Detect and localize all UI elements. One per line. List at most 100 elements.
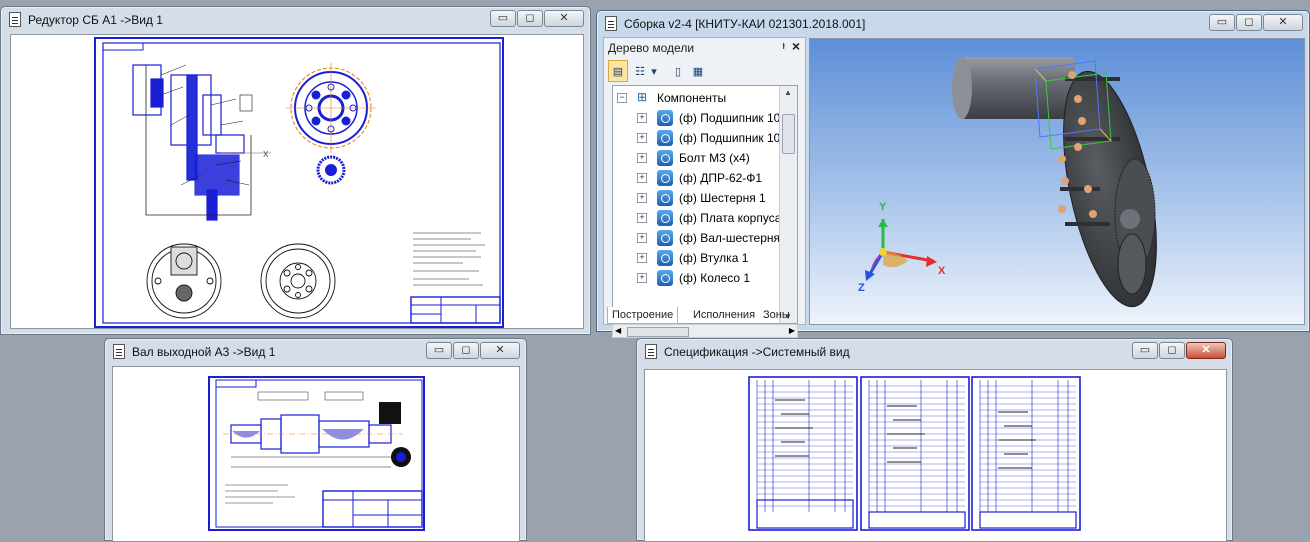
expand-icon[interactable]: + — [637, 253, 647, 263]
window-title: Вал выходной А3 ->Вид 1 — [132, 345, 276, 359]
minimize-button[interactable]: ▭ — [426, 342, 452, 359]
expand-icon[interactable]: + — [637, 133, 647, 143]
tree-item-label: (ф) Подшипник 10 — [679, 111, 781, 125]
tree-scrollbar[interactable]: ▲ ▼ — [779, 86, 797, 323]
component-icon — [657, 270, 673, 286]
hscroll-thumb[interactable] — [627, 327, 689, 337]
tree-item-label: (ф) Плата корпуса — [679, 211, 782, 225]
tree-item[interactable]: + (ф) ДПР-62-Ф1 — [613, 168, 783, 188]
component-icon — [657, 130, 673, 146]
tree-structure-icon[interactable]: ▤ — [608, 60, 628, 82]
tree-item-label: Болт М3 (х4) — [679, 151, 750, 165]
component-icon — [657, 190, 673, 206]
close-button[interactable]: ✕ — [544, 10, 584, 27]
tree-item[interactable]: + (ф) Колесо 1 — [613, 268, 783, 288]
close-button[interactable]: ✕ — [1263, 14, 1303, 31]
expand-icon[interactable]: + — [637, 273, 647, 283]
drawing-window-reducer[interactable]: Редуктор СБ А1 ->Вид 1 ▭ ◻ ✕ X — [0, 6, 591, 335]
minimize-button[interactable]: ▭ — [1132, 342, 1158, 359]
specification-window[interactable]: Спецификация ->Системный вид ▭ ◻ ✕ — [636, 338, 1233, 542]
tree-item[interactable]: + (ф) Вал-шестерня — [613, 228, 783, 248]
sheet-icon[interactable]: ▯ — [668, 60, 688, 82]
drawing-window-shaft[interactable]: Вал выходной А3 ->Вид 1 ▭ ◻ ✕ — [104, 338, 527, 542]
tree-item-label: (ф) ДПР-62-Ф1 — [679, 171, 763, 185]
components-icon: ⊞ — [637, 90, 648, 104]
tree-item-label: (ф) Вал-шестерня — [679, 231, 781, 245]
tree-root-label: Компоненты — [657, 91, 727, 105]
window-titlebar[interactable]: Спецификация ->Системный вид ▭ ◻ ✕ — [637, 339, 1232, 365]
close-button[interactable]: ✕ — [1186, 342, 1226, 359]
expand-icon[interactable]: + — [637, 173, 647, 183]
maximize-button[interactable]: ◻ — [1236, 14, 1262, 31]
assembly-window[interactable]: Сборка v2-4 [КНИТУ-КАИ 021301.2018.001] … — [596, 10, 1310, 338]
drawing-canvas[interactable]: X — [10, 34, 584, 329]
3d-model-render — [865, 57, 1157, 308]
window-title: Сборка v2-4 [КНИТУ-КАИ 021301.2018.001] — [624, 17, 866, 31]
document-icon — [113, 344, 125, 359]
tab-zones[interactable]: Зоны — [759, 307, 794, 324]
tree-item[interactable]: + (ф) Втулка 1 — [613, 248, 783, 268]
expand-icon[interactable]: + — [637, 153, 647, 163]
drawing-canvas[interactable] — [112, 366, 520, 542]
expand-icon[interactable]: + — [637, 193, 647, 203]
document-icon — [645, 344, 657, 359]
scroll-thumb[interactable] — [782, 114, 795, 154]
maximize-button[interactable]: ◻ — [453, 342, 479, 359]
pin-icon[interactable]: ᵼ — [783, 40, 785, 52]
model-tree-title: Дерево модели — [608, 41, 695, 55]
tree-item-label: (ф) Шестерня 1 — [679, 191, 766, 205]
axis-x-label: X — [938, 265, 946, 277]
model-tree-panel: Дерево модели ᵼ × ▤ ☷ ▾ ▯ ▦ − ⊞ Компонен… — [603, 37, 806, 338]
window-titlebar[interactable]: Редуктор СБ А1 ->Вид 1 ▭ ◻ ✕ — [1, 7, 590, 33]
maximize-button[interactable]: ◻ — [517, 10, 543, 27]
window-titlebar[interactable]: Сборка v2-4 [КНИТУ-КАИ 021301.2018.001] … — [597, 11, 1309, 37]
tree-item[interactable]: + (ф) Плата корпуса — [613, 208, 783, 228]
tab-construction[interactable]: Построение — [607, 307, 679, 324]
axis-y-label: Y — [879, 201, 887, 213]
window-titlebar[interactable]: Вал выходной А3 ->Вид 1 ▭ ◻ ✕ — [105, 339, 526, 365]
specification-canvas[interactable] — [644, 369, 1227, 542]
model-tree[interactable]: − ⊞ Компоненты + (ф) Подшипник 10 + (ф) Под… — [612, 85, 798, 324]
window-title: Редуктор СБ А1 ->Вид 1 — [28, 13, 163, 27]
close-button[interactable]: ✕ — [480, 342, 520, 359]
tree-item[interactable]: + (ф) Шестерня 1 — [613, 188, 783, 208]
axis-z-label: Z — [858, 282, 865, 294]
properties-icon[interactable]: ▦ — [688, 60, 708, 82]
tree-item[interactable]: + (ф) Подшипник 10 — [613, 128, 783, 148]
svg-text:X: X — [263, 150, 269, 159]
component-icon — [657, 230, 673, 246]
component-icon — [657, 170, 673, 186]
assembly-drawing-sheet: X — [94, 37, 504, 328]
minimize-button[interactable]: ▭ — [1209, 14, 1235, 31]
scroll-right-icon[interactable]: ▶ — [789, 326, 795, 335]
collapse-icon[interactable]: − — [617, 93, 627, 103]
window-title: Спецификация ->Системный вид — [664, 345, 850, 359]
scroll-up-icon[interactable]: ▲ — [784, 88, 792, 97]
chevron-down-icon[interactable]: ▾ — [648, 60, 660, 82]
tree-item[interactable]: + Болт М3 (х4) — [613, 148, 783, 168]
expand-icon[interactable]: + — [637, 113, 647, 123]
shaft-drawing-sheet — [208, 376, 425, 531]
expand-icon[interactable]: + — [637, 213, 647, 223]
component-icon — [657, 110, 673, 126]
minimize-button[interactable]: ▭ — [490, 10, 516, 27]
maximize-button[interactable]: ◻ — [1159, 342, 1185, 359]
tree-item[interactable]: + (ф) Подшипник 10 — [613, 108, 783, 128]
specification-sheets — [748, 376, 1081, 531]
component-icon — [657, 150, 673, 166]
component-icon — [657, 250, 673, 266]
tree-root[interactable]: − ⊞ Компоненты — [613, 88, 783, 108]
tab-versions[interactable]: Исполнения — [689, 307, 759, 324]
3d-viewport[interactable]: Y X Z — [809, 38, 1305, 325]
tree-item-label: (ф) Втулка 1 — [679, 251, 749, 265]
tree-item-label: (ф) Подшипник 10 — [679, 131, 781, 145]
tree-horizontal-scrollbar[interactable]: ◀ ▶ — [612, 324, 798, 338]
tree-item-label: (ф) Колесо 1 — [679, 271, 751, 285]
component-icon — [657, 210, 673, 226]
document-icon — [9, 12, 21, 27]
tree-view-mode-icon[interactable]: ☷ — [630, 60, 650, 82]
model-tree-tabs: Построение Исполнения Зоны — [603, 305, 806, 325]
expand-icon[interactable]: + — [637, 233, 647, 243]
panel-close-button[interactable]: × — [792, 38, 800, 54]
scroll-left-icon[interactable]: ◀ — [615, 326, 621, 335]
